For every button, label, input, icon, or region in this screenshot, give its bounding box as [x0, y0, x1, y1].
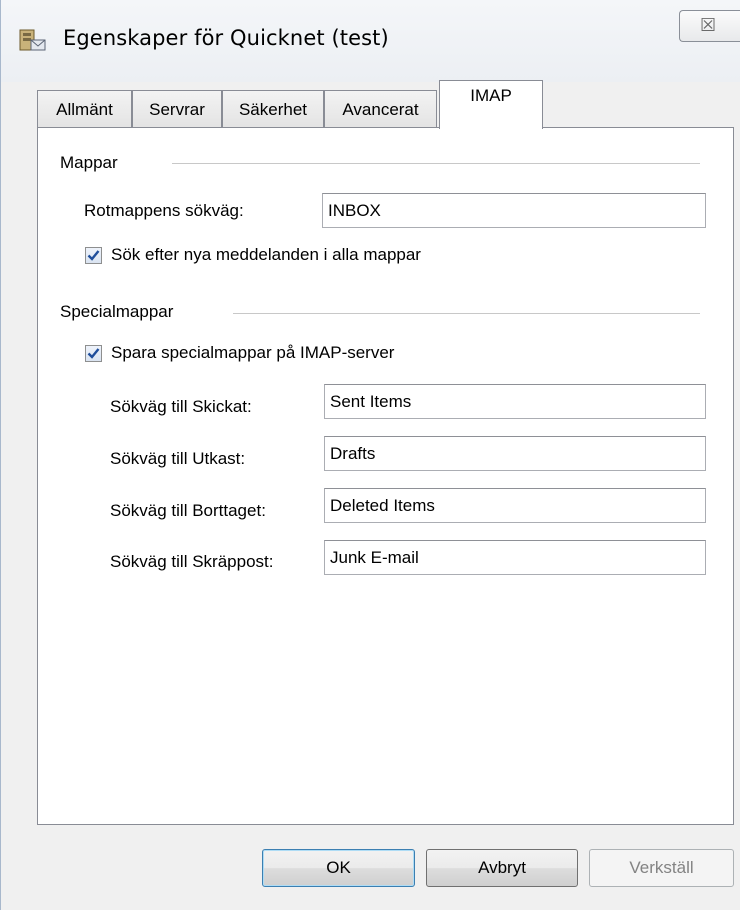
mail-account-icon — [19, 29, 46, 51]
store-special-folders-label: Spara specialmappar på IMAP-server — [111, 343, 395, 362]
sent-path-input[interactable]: Sent Items — [324, 384, 706, 419]
junk-path-label: Sökväg till Skräppost: — [110, 552, 274, 571]
tab-sakerhet[interactable]: Säkerhet — [222, 90, 324, 128]
ok-button[interactable]: OK — [262, 849, 415, 887]
specialmappar-heading: Specialmappar — [60, 302, 174, 321]
close-button[interactable]: ☒ — [679, 10, 740, 42]
tab-imap[interactable]: IMAP — [439, 80, 543, 129]
mappar-divider — [172, 163, 700, 164]
mappar-heading: Mappar — [60, 153, 118, 172]
drafts-path-input[interactable]: Drafts — [324, 436, 706, 471]
tab-avancerat[interactable]: Avancerat — [324, 90, 437, 128]
tab-allmant[interactable]: Allmänt — [37, 90, 132, 128]
window-title: Egenskaper för Quicknet (test) — [63, 26, 389, 50]
close-icon: ☒ — [700, 15, 717, 36]
check-all-folders-label: Sök efter nya meddelanden i alla mappar — [111, 245, 421, 264]
junk-path-input[interactable]: Junk E-mail — [324, 540, 706, 575]
specialmappar-divider — [233, 313, 700, 314]
properties-dialog: Egenskaper för Quicknet (test) ☒ Allmänt… — [0, 0, 740, 910]
deleted-path-input[interactable]: Deleted Items — [324, 488, 706, 523]
root-folder-label: Rotmappens sökväg: — [84, 201, 244, 220]
drafts-path-label: Sökväg till Utkast: — [110, 449, 246, 468]
tab-servrar[interactable]: Servrar — [132, 90, 222, 128]
deleted-path-label: Sökväg till Borttaget: — [110, 501, 266, 520]
root-folder-input[interactable]: INBOX — [322, 193, 706, 228]
title-bar[interactable]: Egenskaper för Quicknet (test) ☒ — [1, 0, 740, 82]
checkmark-icon — [87, 250, 100, 261]
apply-button[interactable]: Verkställ — [589, 849, 734, 887]
check-all-folders-checkbox[interactable] — [85, 247, 102, 264]
checkmark-icon — [87, 348, 100, 359]
sent-path-label: Sökväg till Skickat: — [110, 397, 252, 416]
imap-tab-panel: Mappar Rotmappens sökväg: INBOX Sök efte… — [37, 127, 734, 825]
store-special-folders-checkbox[interactable] — [85, 345, 102, 362]
cancel-button[interactable]: Avbryt — [426, 849, 578, 887]
